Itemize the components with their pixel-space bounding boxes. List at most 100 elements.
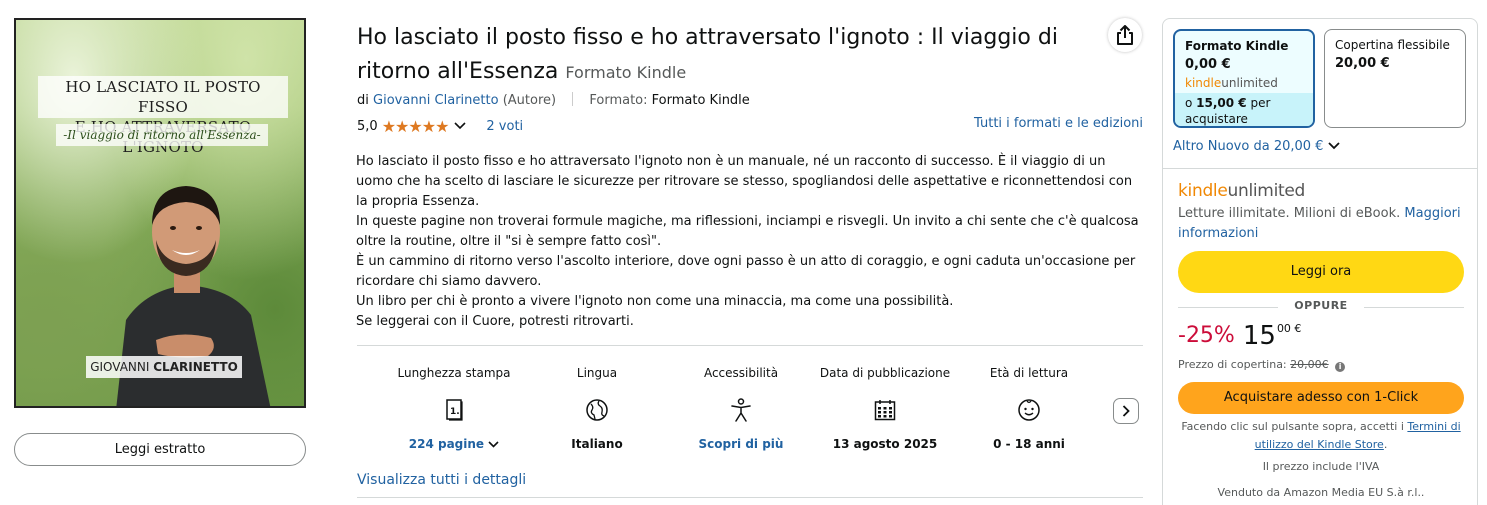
other-new-label[interactable]: Altro Nuovo da xyxy=(1173,139,1270,154)
chevron-down-icon[interactable] xyxy=(454,119,466,134)
or-text: o xyxy=(1185,96,1193,110)
kindle-unlimited-description: Letture illimitate. Milioni di eBook. Ma… xyxy=(1178,204,1468,244)
detail-print-length: Lunghezza stampa 1. 224 pagine xyxy=(379,356,529,452)
detail-value-pages-link[interactable]: 224 pagine xyxy=(379,436,529,452)
buybox: Formato Kindle 0,00 € kindleunlimited o … xyxy=(1162,18,1478,505)
or-divider-text: OPPURE xyxy=(1294,299,1348,312)
format-value: Formato Kindle xyxy=(651,93,750,108)
or-divider: OPPURE xyxy=(1178,299,1464,315)
detail-reading-age: Età di lettura 0 - 18 anni xyxy=(954,356,1104,452)
author-link[interactable]: Giovanni Clarinetto xyxy=(373,93,499,108)
share-button[interactable] xyxy=(1108,18,1142,52)
terms-suffix: . xyxy=(1383,438,1388,451)
carousel-next-button[interactable] xyxy=(1113,398,1139,424)
ku-logo-unlimited: unlimited xyxy=(1221,76,1278,90)
vat-note: Il prezzo include l'IVA xyxy=(1262,460,1380,473)
book-description: Ho lasciato il posto fisso e ho attraver… xyxy=(356,152,1146,332)
detail-value: 0 - 18 anni xyxy=(993,437,1065,451)
cover-author-first: GIOVANNI xyxy=(90,360,150,374)
other-new-price[interactable]: 20,00 € xyxy=(1274,139,1324,154)
author-role: (Autore) xyxy=(502,93,557,108)
price-block: -25% 15 00 € xyxy=(1178,321,1301,351)
detail-publication-date: Data di pubblicazione 13 agosto 2025 xyxy=(810,356,960,452)
product-details-carousel: Lunghezza stampa 1. 224 pagine Lingua It… xyxy=(357,356,1143,456)
detail-value: Italiano xyxy=(571,437,623,451)
description-paragraph: Ho lasciato il posto fisso e ho attraver… xyxy=(356,154,1133,209)
chevron-down-icon xyxy=(1327,142,1340,150)
ratings-count-link[interactable]: 2 voti xyxy=(486,119,523,134)
price-fraction: 00 € xyxy=(1276,322,1302,335)
share-icon xyxy=(1117,25,1133,45)
byline-separator xyxy=(572,92,574,106)
calendar-icon xyxy=(810,392,960,428)
detail-label: Data di pubblicazione xyxy=(819,366,951,380)
description-paragraph: È un cammino di ritorno verso l'ascolto … xyxy=(356,254,1136,289)
list-price: Prezzo di copertina: 20,00€ i xyxy=(1178,358,1346,372)
list-price-value: 20,00€ xyxy=(1290,358,1329,371)
rating-value: 5,0 xyxy=(357,119,378,134)
info-icon[interactable]: i xyxy=(1335,362,1346,372)
format-name: Copertina flessibile xyxy=(1335,38,1450,52)
format-option-paperback[interactable]: Copertina flessibile 20,00 € xyxy=(1324,29,1466,128)
format-option-kindle[interactable]: Formato Kindle 0,00 € kindleunlimited o … xyxy=(1173,29,1315,128)
terms-notice: Facendo clic sul pulsante sopra, accetti… xyxy=(1178,418,1464,454)
star-icon: ★ xyxy=(408,117,422,136)
cover-author: GIOVANNI CLARINETTO xyxy=(86,356,242,378)
kindle-unlimited-mini-logo: kindleunlimited xyxy=(1175,72,1313,90)
format-price: 0,00 € xyxy=(1185,57,1231,72)
sold-by: Venduto da Amazon Media EU S.à r.l.. xyxy=(1217,486,1425,499)
ku-logo-kindle: kindle xyxy=(1178,181,1228,201)
format-label: Formato: xyxy=(589,93,648,108)
book-pages-icon: 1. xyxy=(379,392,529,428)
cover-title: HO LASCIATO IL POSTO FISSO E HO ATTRAVER… xyxy=(38,76,288,156)
divider xyxy=(357,497,1143,498)
detail-label: Età di lettura xyxy=(989,366,1069,380)
terms-prefix: Facendo clic sul pulsante sopra, accetti… xyxy=(1181,420,1404,433)
rating-stars[interactable]: ★★★★★ xyxy=(381,117,450,136)
rating-row: 5,0 ★★★★★ 2 voti xyxy=(357,117,523,136)
description-paragraph: Se leggerai con il Cuore, potresti ritro… xyxy=(356,314,634,329)
or-price: 15,00 € xyxy=(1196,96,1247,110)
star-icon: ★ xyxy=(395,117,409,136)
byline: di Giovanni Clarinetto (Autore) Formato:… xyxy=(357,92,750,108)
child-face-icon xyxy=(954,392,1104,428)
cover-subtitle: -Il viaggio di ritorno all'Essenza- xyxy=(56,124,268,146)
price-whole: 15 xyxy=(1242,321,1276,351)
ku-logo-kindle: kindle xyxy=(1185,76,1222,90)
other-new-offers[interactable]: Altro Nuovo da 20,00 € xyxy=(1173,139,1340,154)
kindle-purchase-option: o 15,00 € per acquistare xyxy=(1175,93,1313,126)
star-icon: ★ xyxy=(381,117,396,136)
detail-accessibility: Accessibilità Scopri di più xyxy=(666,356,816,452)
accessibility-icon xyxy=(666,392,816,428)
byline-by: di xyxy=(357,93,369,108)
ku-text: Letture illimitate. Milioni di eBook. xyxy=(1178,206,1401,221)
book-cover-image[interactable]: HO LASCIATO IL POSTO FISSO E HO ATTRAVER… xyxy=(14,18,306,408)
detail-label: Lunghezza stampa xyxy=(397,366,511,380)
star-icon: ★ xyxy=(435,117,449,136)
svg-text:1.: 1. xyxy=(450,407,460,417)
product-format-suffix: Formato Kindle xyxy=(565,63,687,82)
product-title: Ho lasciato il posto fisso e ho attraver… xyxy=(357,21,1077,90)
detail-language: Lingua Italiano xyxy=(522,356,672,452)
detail-value: 13 agosto 2025 xyxy=(832,437,938,451)
cover-title-line1: HO LASCIATO IL POSTO FISSO xyxy=(65,78,261,116)
divider xyxy=(1163,168,1477,169)
read-now-button[interactable]: Leggi ora xyxy=(1178,251,1464,293)
ku-logo-unlimited: unlimited xyxy=(1227,181,1306,201)
discount-percent: -25% xyxy=(1178,323,1235,348)
list-price-label: Prezzo di copertina: xyxy=(1178,358,1287,371)
format-price: 20,00 € xyxy=(1335,56,1390,71)
detail-label: Lingua xyxy=(576,366,618,380)
detail-label: Accessibilità xyxy=(703,366,779,380)
kindle-unlimited-logo: kindleunlimited xyxy=(1178,181,1305,201)
cover-author-last: CLARINETTO xyxy=(153,360,238,374)
view-all-details-link[interactable]: Visualizza tutti i dettagli xyxy=(357,472,526,488)
globe-icon xyxy=(522,392,672,428)
detail-value-accessibility-link[interactable]: Scopri di più xyxy=(666,436,816,452)
buy-now-one-click-button[interactable]: Acquistare adesso con 1-Click xyxy=(1178,382,1464,414)
divider xyxy=(357,345,1143,346)
all-formats-link[interactable]: Tutti i formati e le edizioni xyxy=(974,116,1143,131)
chevron-right-icon xyxy=(1122,405,1130,417)
format-name: Formato Kindle xyxy=(1185,39,1289,53)
read-sample-button[interactable]: Leggi estratto xyxy=(14,433,306,466)
